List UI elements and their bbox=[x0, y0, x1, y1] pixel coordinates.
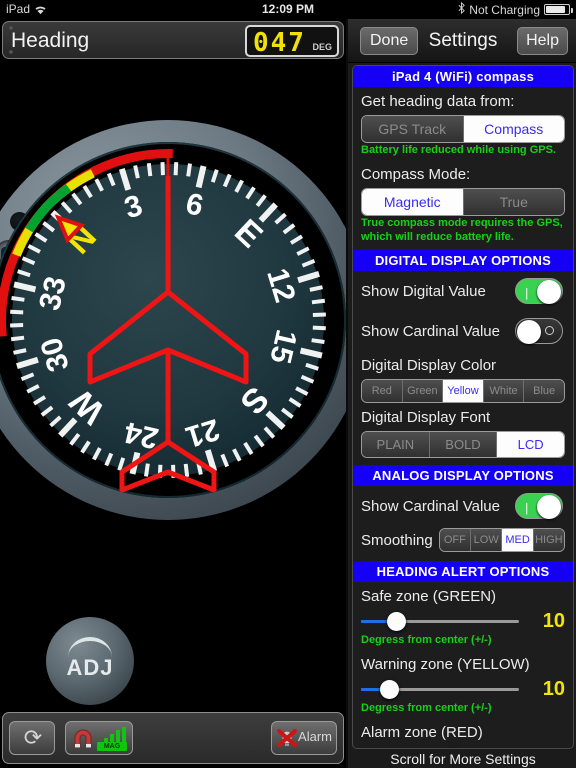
segment-gps-track[interactable]: GPS Track bbox=[362, 116, 463, 142]
analog-section-header: ANALOG DISPLAY OPTIONS bbox=[353, 465, 573, 487]
show-digital-value-row[interactable]: Show Digital Value | bbox=[353, 271, 573, 311]
compass-mode-segmented[interactable]: Magnetic True bbox=[361, 187, 565, 216]
heading-bar: Heading 047 DEG bbox=[2, 21, 344, 59]
segment-compass[interactable]: Compass bbox=[462, 116, 564, 142]
adj-knob-label: ADJ bbox=[66, 655, 114, 680]
safe-zone-slider[interactable] bbox=[361, 612, 519, 632]
segment-smooth-med[interactable]: MED bbox=[501, 529, 533, 552]
toggle-knob bbox=[537, 495, 561, 520]
digital-heading-display: 047 DEG bbox=[245, 25, 339, 58]
scroll-more-label: Scroll for More Settings bbox=[390, 751, 536, 767]
slider-thumb[interactable] bbox=[386, 612, 406, 632]
digital-font-segmented[interactable]: PLAIN BOLD LCD bbox=[361, 431, 565, 459]
segment-true[interactable]: True bbox=[462, 188, 564, 215]
heading-source-label: Get heading data from: bbox=[361, 93, 515, 110]
safe-zone-slider-row[interactable]: 10 bbox=[353, 608, 573, 633]
toggle-off-mark bbox=[545, 326, 554, 336]
true-mode-hint: True compass mode requires the GPS, whic… bbox=[361, 216, 563, 243]
segment-font-plain[interactable]: PLAIN bbox=[362, 432, 429, 458]
warning-zone-hint: Degress from center (+/-) bbox=[361, 702, 492, 714]
help-button[interactable]: Help bbox=[517, 27, 568, 55]
device-banner: iPad 4 (WiFi) compass bbox=[353, 66, 573, 87]
smoothing-label: Smoothing bbox=[361, 531, 433, 549]
segment-smooth-low[interactable]: LOW bbox=[470, 529, 502, 552]
alert-section-header: HEADING ALERT OPTIONS bbox=[353, 561, 573, 583]
heading-digits: 047 bbox=[253, 28, 306, 58]
settings-scroll-area[interactable]: iPad 4 (WiFi) compass Get heading data f… bbox=[352, 65, 574, 749]
segment-color-white[interactable]: White bbox=[482, 380, 524, 403]
toggle-knob bbox=[537, 280, 561, 305]
segment-magnetic[interactable]: Magnetic bbox=[362, 188, 463, 215]
warning-zone-value: 10 bbox=[542, 678, 565, 700]
refresh-icon: ⟳ bbox=[23, 725, 43, 750]
compass-dial[interactable]: N 3 6 E 12 15 S 21 24 W 30 33 bbox=[0, 142, 346, 498]
compass-stage[interactable]: N 3 6 E 12 15 S 21 24 W 30 33 ADJ bbox=[0, 62, 346, 710]
show-cardinal-analog-toggle[interactable]: | bbox=[515, 493, 563, 520]
heading-label: Heading bbox=[11, 29, 90, 52]
segment-font-bold[interactable]: BOLD bbox=[428, 432, 497, 458]
slider-thumb[interactable] bbox=[443, 747, 463, 748]
toggle-on-mark: | bbox=[525, 286, 529, 301]
segment-smooth-off[interactable]: OFF bbox=[439, 529, 471, 552]
aircraft-symbol bbox=[87, 176, 249, 493]
toggle-knob bbox=[517, 320, 541, 345]
warning-zone-slider[interactable] bbox=[361, 680, 519, 699]
smoothing-segmented[interactable]: OFF LOW MED HIGH bbox=[438, 528, 565, 553]
segment-font-lcd[interactable]: LCD bbox=[496, 432, 564, 458]
alarm-zone-label: Alarm zone (RED) bbox=[361, 723, 483, 741]
refresh-button[interactable]: ⟳ bbox=[9, 721, 55, 755]
heading-unit-label: DEG bbox=[312, 42, 332, 52]
alarm-button-label: Alarm bbox=[298, 729, 332, 744]
adj-knob[interactable]: ADJ bbox=[46, 617, 134, 705]
alarm-zone-slider-row[interactable]: 60 bbox=[353, 744, 573, 748]
toggle-on-mark: | bbox=[525, 501, 529, 516]
gps-battery-hint: Battery life reduced while using GPS. bbox=[361, 144, 556, 156]
alarm-zone-value: 60 bbox=[525, 746, 565, 748]
compass-bezel: N 3 6 E 12 15 S 21 24 W 30 33 bbox=[0, 120, 346, 520]
rotate-arc-icon bbox=[68, 637, 112, 657]
status-right: Not Charging bbox=[458, 1, 573, 17]
show-digital-value-label: Show Digital Value bbox=[361, 282, 486, 300]
segment-color-blue[interactable]: Blue bbox=[523, 380, 564, 403]
slider-thumb[interactable] bbox=[380, 680, 400, 699]
segment-color-yellow[interactable]: Yellow bbox=[442, 380, 483, 403]
smoothing-row[interactable]: Smoothing OFF LOW MED HIGH bbox=[353, 526, 573, 553]
show-cardinal-digital-label: Show Cardinal Value bbox=[361, 322, 500, 340]
show-cardinal-analog-label: Show Cardinal Value bbox=[361, 497, 500, 515]
safe-zone-value: 10 bbox=[542, 610, 565, 633]
show-cardinal-analog-row[interactable]: Show Cardinal Value | bbox=[353, 486, 573, 526]
show-digital-value-toggle[interactable]: | bbox=[515, 278, 563, 305]
safe-zone-label: Safe zone (GREEN) bbox=[361, 588, 497, 606]
warning-zone-slider-row[interactable]: 10 bbox=[353, 676, 573, 701]
segment-color-green[interactable]: Green bbox=[401, 380, 443, 403]
show-cardinal-digital-toggle[interactable] bbox=[515, 318, 563, 345]
battery-icon bbox=[544, 4, 573, 15]
digital-section-header: DIGITAL DISPLAY OPTIONS bbox=[353, 250, 573, 272]
alarm-button[interactable]: Alarm bbox=[271, 721, 337, 755]
segment-color-red[interactable]: Red bbox=[362, 380, 402, 403]
app-root: iPad 12:09 PM Not Charging Heading 047 D… bbox=[0, 0, 576, 768]
safe-zone-hint: Degress from center (+/-) bbox=[361, 634, 492, 647]
segment-smooth-high[interactable]: HIGH bbox=[532, 529, 564, 552]
heading-source-segmented[interactable]: GPS Track Compass bbox=[361, 115, 565, 143]
show-cardinal-digital-row[interactable]: Show Cardinal Value bbox=[353, 311, 573, 351]
settings-header: Done Settings Help bbox=[348, 19, 576, 63]
mag-tag-label: MAG bbox=[97, 742, 127, 751]
digital-color-label: Digital Display Color bbox=[361, 357, 497, 375]
warning-zone-label: Warning zone (YELLOW) bbox=[361, 656, 530, 673]
bottom-toolbar: ⟳ MAG Alarm bbox=[2, 712, 344, 764]
alarm-bell-muted-icon bbox=[277, 729, 297, 747]
digital-color-segmented[interactable]: Red Green Yellow White Blue bbox=[361, 379, 565, 404]
settings-panel: Done Settings Help iPad 4 (WiFi) compass… bbox=[346, 19, 576, 768]
magnetic-mode-button[interactable]: MAG bbox=[65, 721, 133, 755]
compass-mode-label: Compass Mode: bbox=[361, 165, 471, 183]
power-state-label: Not Charging bbox=[469, 2, 540, 17]
bluetooth-icon bbox=[458, 1, 466, 17]
ios-status-bar: iPad 12:09 PM Not Charging bbox=[0, 0, 576, 19]
digital-font-label: Digital Display Font bbox=[361, 409, 491, 427]
magnet-icon bbox=[74, 729, 92, 748]
